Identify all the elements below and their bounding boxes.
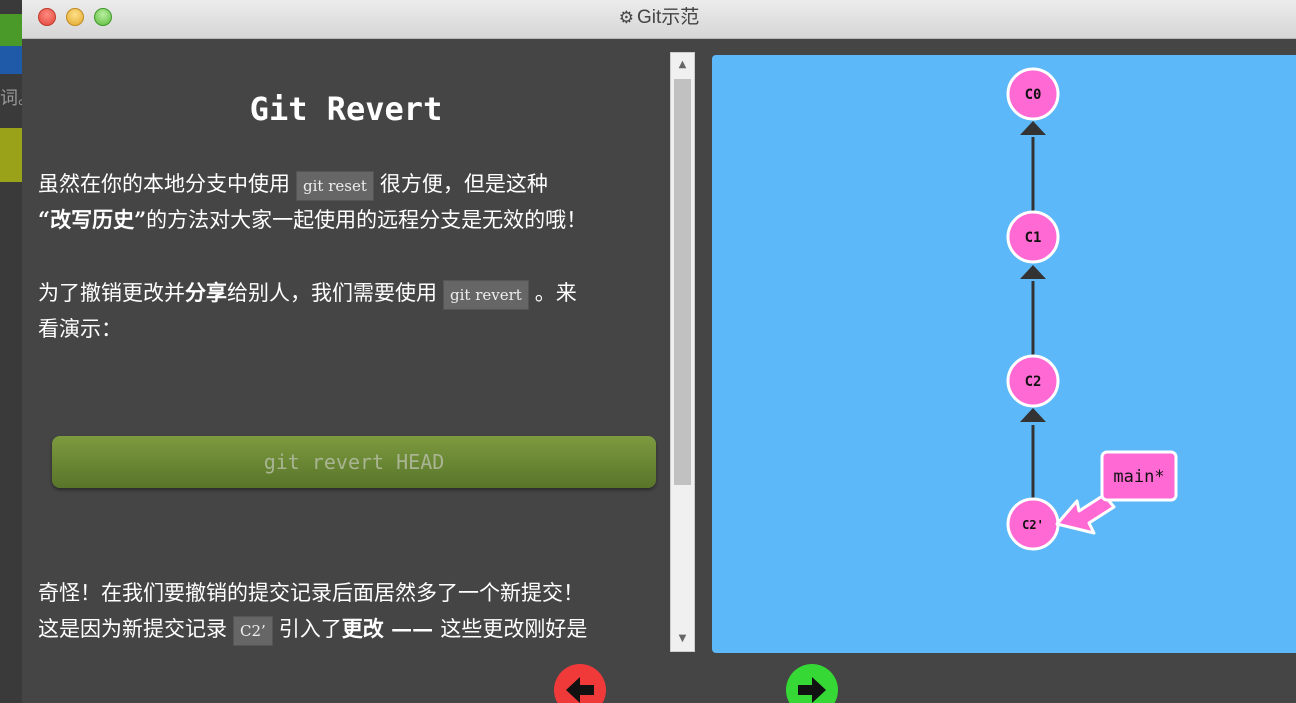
arrow-left-icon — [566, 677, 594, 703]
lesson-panel: Git Revert 虽然在你的本地分支中使用 git reset 很方便，但是这种… — [22, 38, 670, 703]
lesson-heading: Git Revert — [249, 90, 443, 128]
branch-main-label: main* — [1113, 467, 1164, 487]
next-step-button[interactable] — [786, 664, 838, 703]
inline-code-c2-prime: C2’ — [233, 615, 273, 646]
git-demo-window: ⚙ Git示范 Git Revert 虽然在你的本地分支中使用 git reset 很… — [22, 0, 1296, 703]
commit-graph: C0 C1 C2 C2' main* — [1006, 67, 1178, 551]
commit-c2-label: C2 — [1025, 374, 1042, 390]
lesson-scrollbar[interactable]: ▲ ▼ — [670, 52, 695, 652]
background-app-text: 词。 — [0, 88, 22, 109]
commit-c2-prime-label: C2' — [1022, 518, 1044, 532]
inline-code-git-reset: git reset — [296, 170, 374, 201]
arrow-right-icon — [798, 677, 826, 703]
commit-c1-label: C1 — [1025, 230, 1042, 246]
git-graph-canvas: C0 C1 C2 C2' main* — [712, 55, 1296, 653]
background-app-strip: 词。 — [0, 0, 22, 703]
title-bar: ⚙ Git示范 — [22, 0, 1296, 39]
window-title-text: Git示范 — [636, 7, 700, 28]
gear-icon: ⚙ — [618, 8, 634, 27]
lesson-paragraph-1: 虽然在你的本地分支中使用 git reset 很方便，但是这种 “改写历史”的方法对… — [38, 170, 588, 232]
edge-arrowhead-icon — [1020, 121, 1046, 135]
commit-c0-label: C0 — [1025, 87, 1042, 103]
edge-arrowhead-icon — [1020, 265, 1046, 279]
run-command-button[interactable]: git revert HEAD — [52, 436, 656, 488]
scroll-down-arrow-icon[interactable]: ▼ — [671, 627, 694, 651]
window-title: ⚙ Git示范 — [22, 0, 1296, 38]
previous-step-button[interactable] — [554, 664, 606, 703]
inline-code-git-revert: git revert — [443, 279, 529, 310]
scroll-thumb[interactable] — [674, 79, 691, 485]
edge-arrowhead-icon — [1020, 408, 1046, 422]
scroll-up-arrow-icon[interactable]: ▲ — [671, 53, 694, 77]
lesson-paragraph-3: 奇怪！在我们要撤销的提交记录后面居然多了一个新提交！ 这是因为新提交记录 C2’ 引… — [38, 575, 670, 647]
lesson-paragraph-2: 为了撤销更改并分享给别人，我们需要使用 git revert 。来 看演示： — [38, 279, 577, 341]
